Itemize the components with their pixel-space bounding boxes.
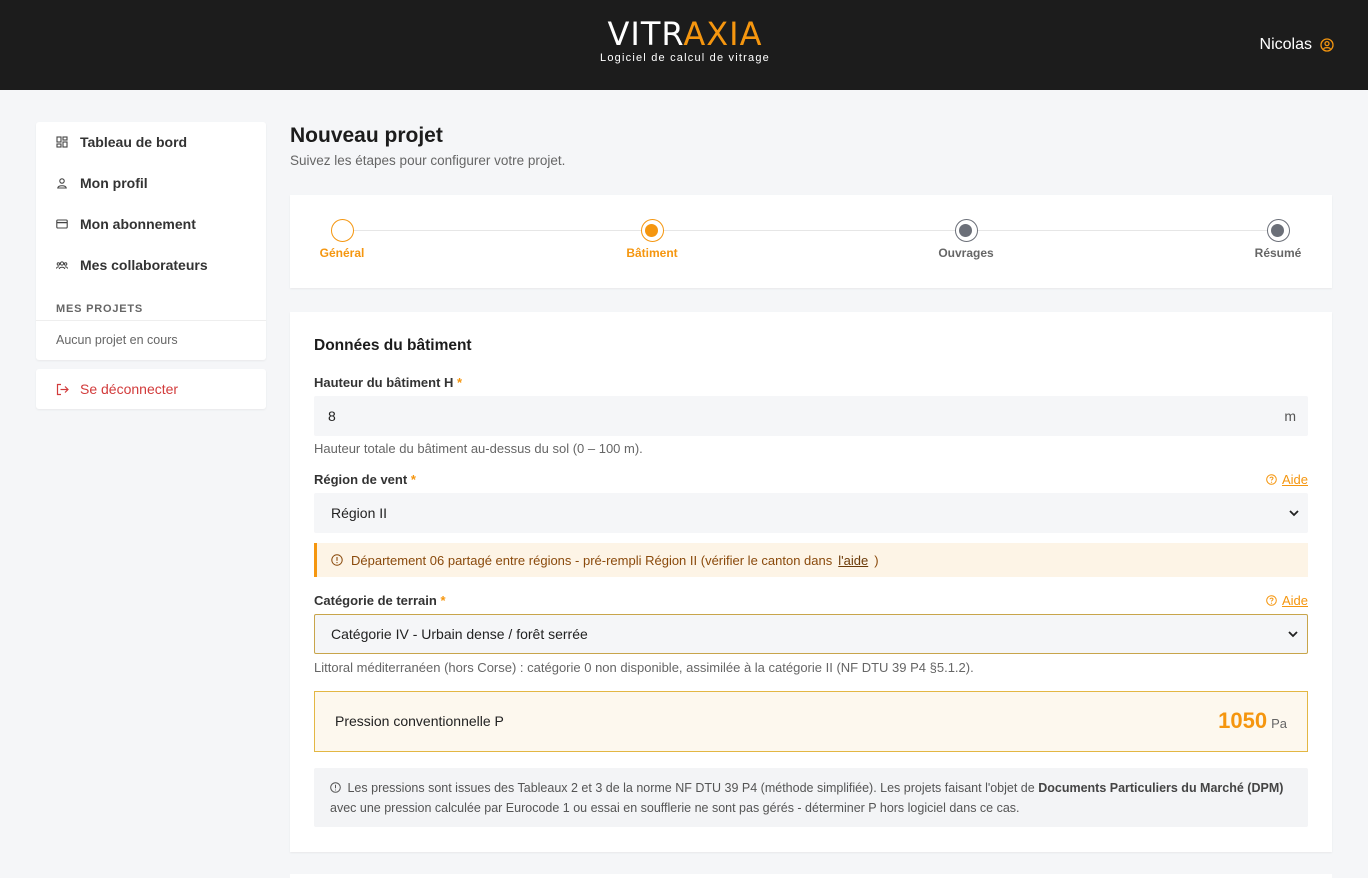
stepper: Général Bâtiment Ouvrages Résumé xyxy=(290,195,1332,288)
page-subtitle: Suivez les étapes pour configurer votre … xyxy=(290,153,566,168)
group-icon xyxy=(56,261,68,270)
height-hint: Hauteur totale du bâtiment au-dessus du … xyxy=(314,441,643,456)
wind-region-label: Région de vent * xyxy=(314,472,416,487)
terrain-select[interactable]: Catégorie IV - Urbain dense / forêt serr… xyxy=(314,614,1308,654)
logo-part-1: VITR xyxy=(607,15,684,53)
step-label: Ouvrages xyxy=(938,246,994,260)
logo-part-2: AXIA xyxy=(683,15,763,53)
sidebar-item-label: Mon profil xyxy=(80,175,148,191)
note-text-2: avec une pression calculée par Eurocode … xyxy=(330,801,1020,815)
user-icon xyxy=(57,178,67,189)
step-label: Général xyxy=(319,246,365,260)
chevron-down-icon xyxy=(1289,510,1299,517)
user-name: Nicolas xyxy=(1259,36,1312,53)
sidebar-item-subscription[interactable]: Mon abonnement xyxy=(56,216,196,232)
terrain-label: Catégorie de terrain * xyxy=(314,593,446,608)
step-indicator-done xyxy=(330,219,354,242)
step-indicator-active xyxy=(640,219,664,242)
help-label: Aide xyxy=(1281,593,1308,608)
user-menu[interactable]: Nicolas xyxy=(1260,36,1334,54)
warning-help-link[interactable]: l'aide xyxy=(838,553,868,568)
required-mark: * xyxy=(457,375,463,390)
region-warning: Département 06 partagé entre régions - p… xyxy=(314,543,1308,577)
sidebar-divider xyxy=(36,320,266,321)
warning-text: Département 06 partagé entre régions - p… xyxy=(351,552,833,568)
step-indicator-todo xyxy=(954,219,978,242)
height-label-text: Hauteur du bâtiment H xyxy=(314,375,454,390)
sidebar-nav: Tableau de bord Mon profil Mon abonnemen… xyxy=(36,122,266,360)
projects-section-title: MES PROJETS xyxy=(56,303,144,315)
pressure-unit: Pa xyxy=(1271,716,1287,731)
terrain-selected: Catégorie IV - Urbain dense / forêt serr… xyxy=(331,626,588,642)
step-resume[interactable]: Résumé xyxy=(1254,219,1302,260)
section-title: Données du bâtiment xyxy=(314,337,472,354)
height-input[interactable]: 8 m xyxy=(314,396,1308,436)
required-mark: * xyxy=(440,593,446,608)
dashboard-icon xyxy=(56,136,68,148)
info-circle-icon xyxy=(330,782,341,793)
height-unit: m xyxy=(1284,408,1296,424)
pressure-value: 1050 xyxy=(1218,708,1268,733)
sidebar-item-label: Mes collaborateurs xyxy=(80,257,208,273)
help-label: Aide xyxy=(1281,472,1308,487)
required-mark: * xyxy=(410,472,416,487)
logout-label: Se déconnecter xyxy=(80,381,179,397)
note-text-1: Les pressions sont issues des Tableaux 2… xyxy=(347,781,1035,795)
wind-region-select[interactable]: Région II xyxy=(314,493,1308,533)
step-general[interactable]: Général xyxy=(319,219,365,260)
step-label: Bâtiment xyxy=(626,246,678,260)
terrain-label-text: Catégorie de terrain xyxy=(314,593,437,608)
sidebar-item-dashboard[interactable]: Tableau de bord xyxy=(56,134,187,150)
height-value: 8 xyxy=(328,408,336,424)
terrain-help-link[interactable]: Aide xyxy=(1266,593,1308,608)
logout-button[interactable]: Se déconnecter xyxy=(56,381,178,397)
card-icon xyxy=(56,219,68,229)
pressure-label: Pression conventionnelle P xyxy=(335,713,504,729)
wind-region-selected: Région II xyxy=(331,505,388,521)
user-circle-icon xyxy=(1320,38,1334,52)
sidebar-item-label: Tableau de bord xyxy=(80,134,188,150)
step-label: Résumé xyxy=(1254,246,1302,260)
sidebar-item-profile[interactable]: Mon profil xyxy=(56,175,148,191)
logout-card: Se déconnecter xyxy=(36,369,266,409)
pressure-result: Pression conventionnelle P 1050 Pa xyxy=(314,691,1308,752)
step-indicator-todo xyxy=(1266,219,1290,242)
logout-icon xyxy=(56,383,69,395)
help-circle-icon xyxy=(1266,474,1277,485)
step-batiment[interactable]: Bâtiment xyxy=(626,219,678,260)
top-bar: VITRAXIA Logiciel de calcul de vitrage N… xyxy=(0,0,1368,90)
info-note: Les pressions sont issues des Tableaux 2… xyxy=(314,768,1308,827)
next-card-edge xyxy=(290,874,1332,878)
pressure-value-group: 1050 Pa xyxy=(1218,708,1287,734)
note-bold-text: Documents Particuliers du Marché (DPM) xyxy=(1038,781,1284,795)
logo-wordmark: VITRAXIA xyxy=(594,18,776,50)
projects-empty-text: Aucun projet en cours xyxy=(56,333,178,347)
sidebar-item-label: Mon abonnement xyxy=(80,216,196,232)
alert-circle-icon xyxy=(331,554,343,566)
stepper-line xyxy=(354,230,1278,231)
app-logo[interactable]: VITRAXIA Logiciel de calcul de vitrage xyxy=(594,18,776,64)
logo-tagline: Logiciel de calcul de vitrage xyxy=(600,52,770,64)
wind-region-help-link[interactable]: Aide xyxy=(1266,472,1308,487)
terrain-hint: Littoral méditerranéen (hors Corse) : ca… xyxy=(314,660,974,675)
sidebar-item-collaborators[interactable]: Mes collaborateurs xyxy=(56,257,208,273)
help-circle-icon xyxy=(1266,595,1277,606)
chevron-down-icon xyxy=(1288,631,1298,638)
warning-suffix: ) xyxy=(874,552,879,568)
building-data-card: Données du bâtiment Hauteur du bâtiment … xyxy=(290,312,1332,852)
step-ouvrages[interactable]: Ouvrages xyxy=(938,219,994,260)
wind-region-label-text: Région de vent xyxy=(314,472,408,487)
page-title: Nouveau projet xyxy=(290,124,443,147)
height-label: Hauteur du bâtiment H * xyxy=(314,375,462,390)
